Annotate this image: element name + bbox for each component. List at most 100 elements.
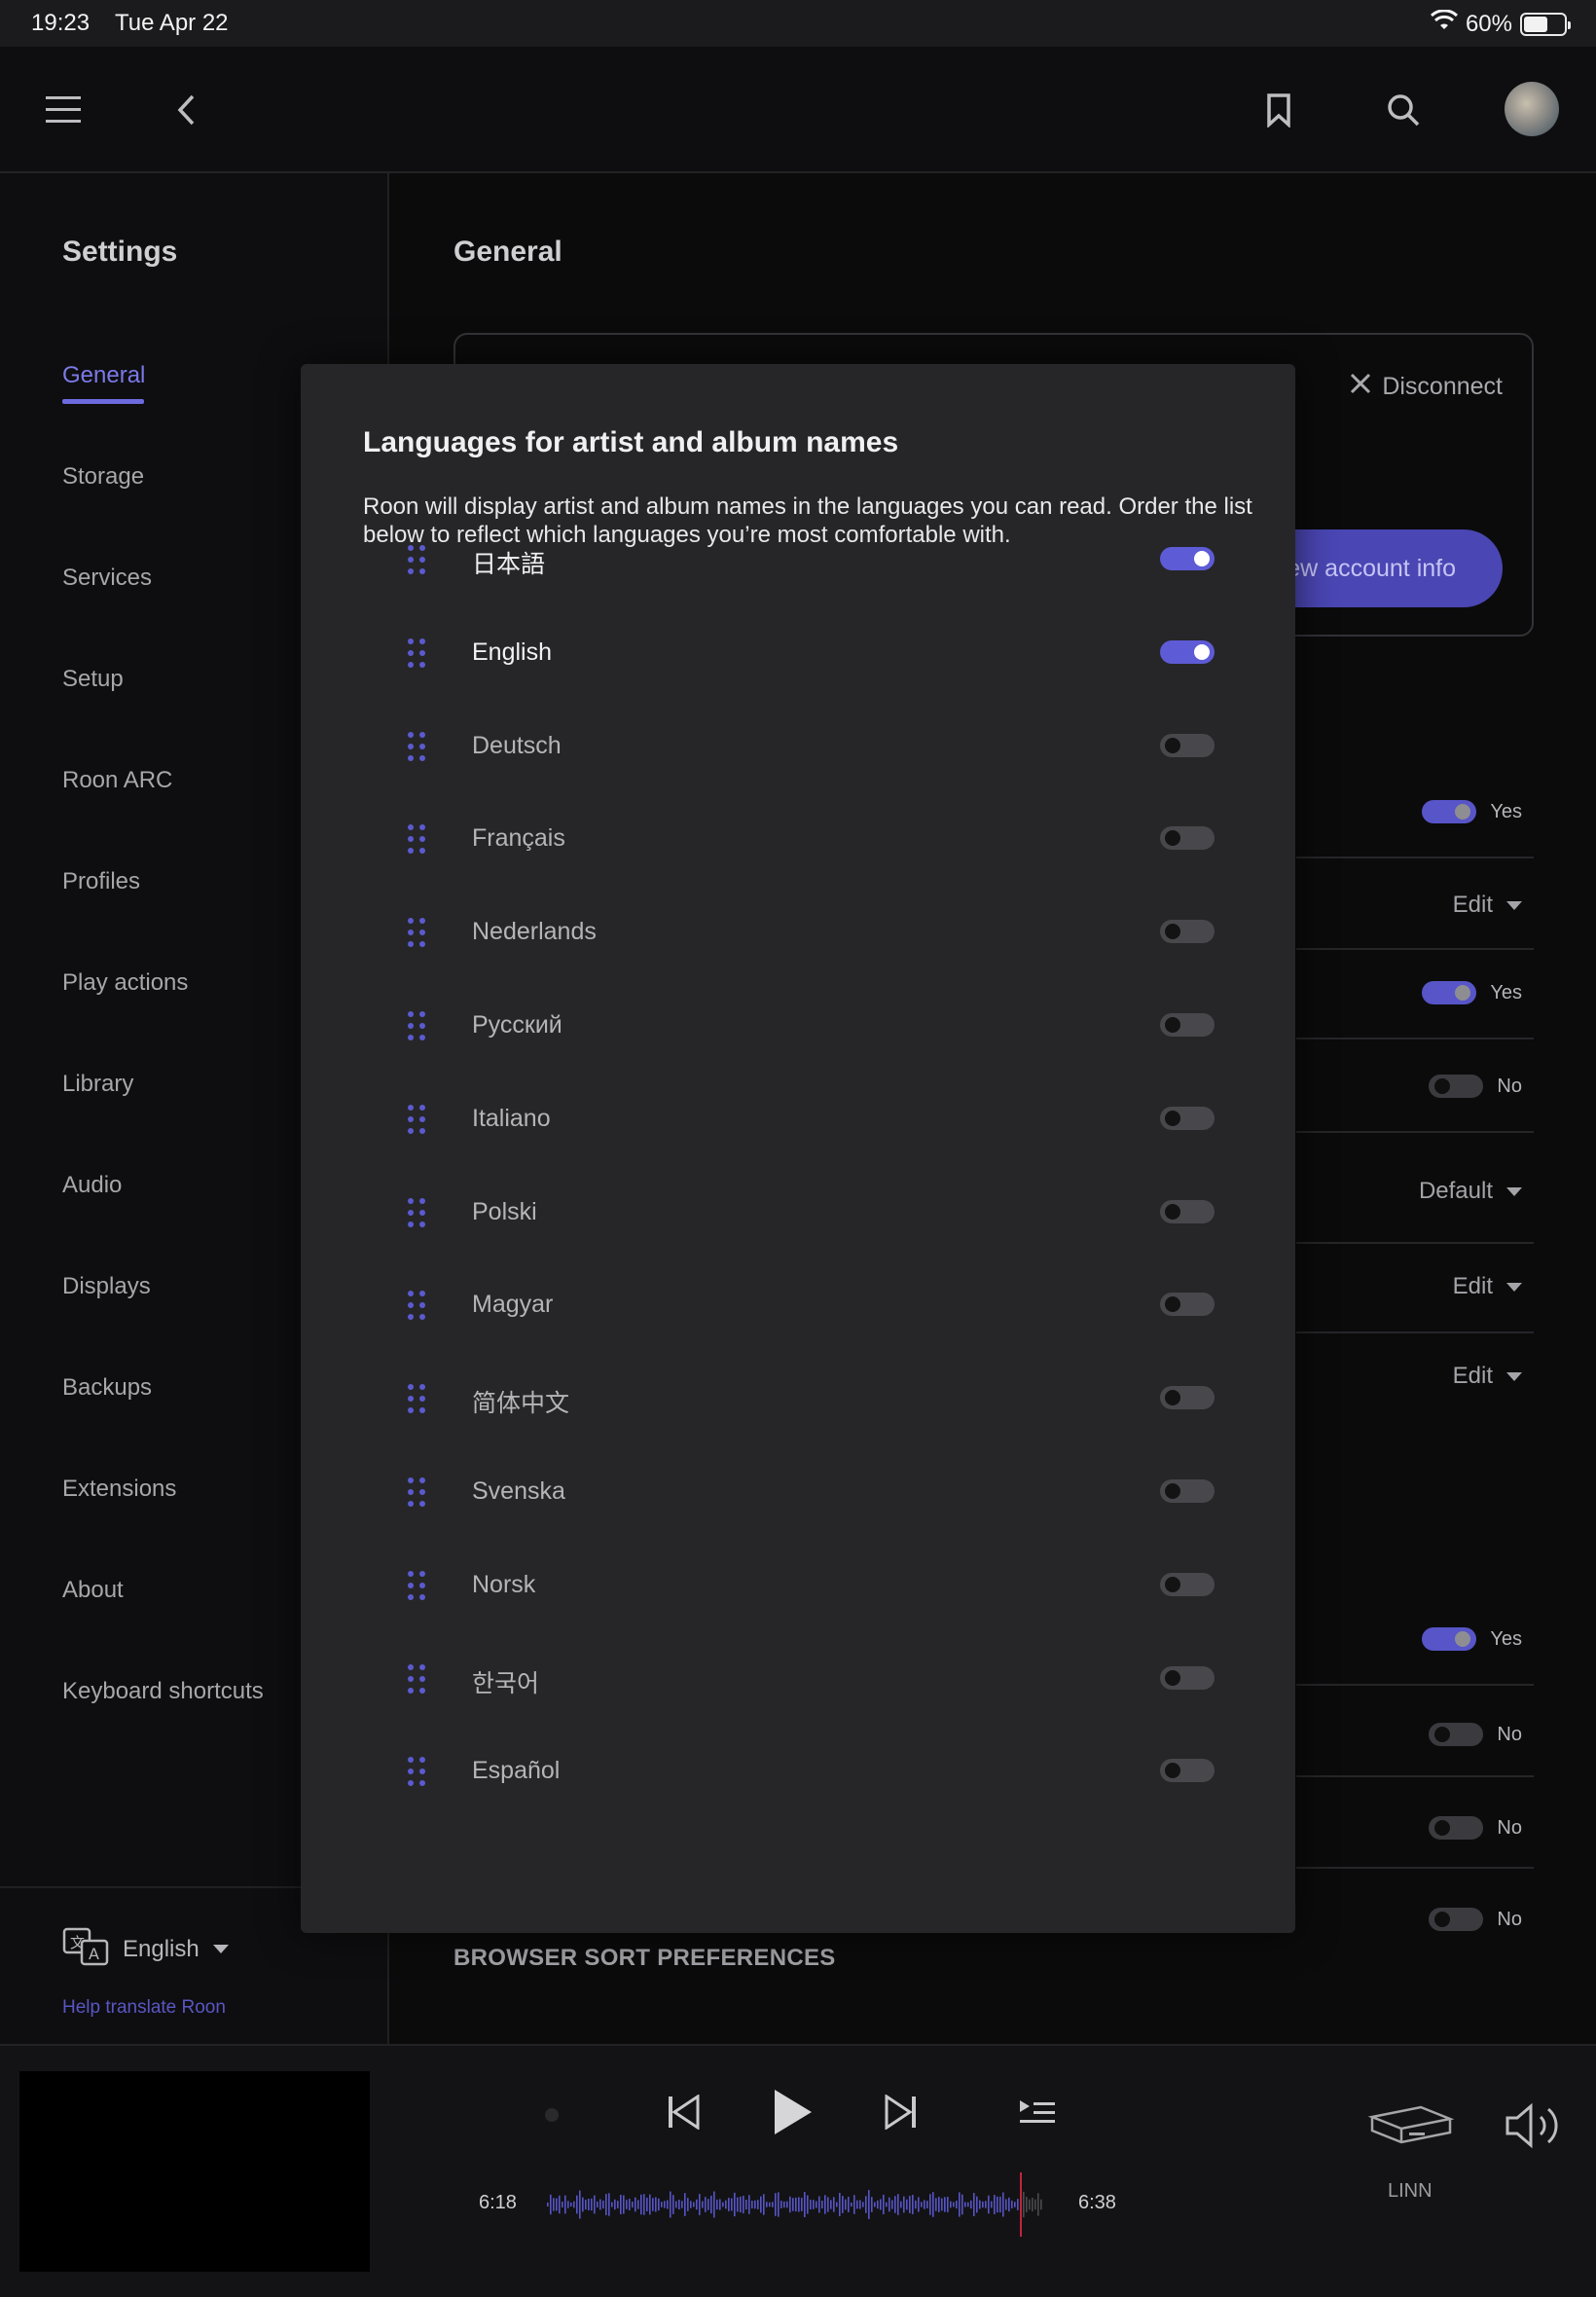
sidebar-item-setup[interactable]: Setup — [62, 666, 124, 693]
edit-dropdown[interactable]: Edit — [1453, 892, 1522, 919]
language-row[interactable]: Русский — [301, 984, 1295, 1077]
waveform-bar — [745, 2199, 747, 2210]
toggle-switch[interactable] — [1422, 981, 1477, 1004]
language-toggle[interactable] — [1160, 1479, 1215, 1503]
language-selector[interactable]: 文A English — [62, 1927, 229, 1971]
sidebar-item-audio[interactable]: Audio — [62, 1172, 122, 1199]
drag-handle-icon[interactable] — [408, 545, 427, 574]
drag-handle-icon[interactable] — [408, 1570, 427, 1600]
drag-handle-dot — [408, 568, 414, 574]
sidebar-item-about[interactable]: About — [62, 1577, 124, 1604]
sidebar-item-displays[interactable]: Displays — [62, 1273, 151, 1300]
language-row[interactable]: Nederlands — [301, 891, 1295, 984]
waveform-bar — [562, 2202, 563, 2207]
toggle-switch[interactable] — [1422, 1627, 1477, 1651]
language-row[interactable]: Français — [301, 797, 1295, 891]
language-row[interactable]: 简体中文 — [301, 1357, 1295, 1450]
toggle-switch[interactable] — [1429, 1075, 1484, 1098]
drag-handle-icon[interactable] — [408, 638, 427, 668]
language-row[interactable]: 日本語 — [301, 518, 1295, 611]
hamburger-menu-icon[interactable] — [39, 86, 88, 134]
waveform-bar — [737, 2197, 739, 2212]
waveform-bar — [640, 2194, 642, 2215]
language-toggle[interactable] — [1160, 1665, 1215, 1690]
drag-handle-icon[interactable] — [408, 1104, 427, 1134]
queue-icon[interactable] — [1016, 2095, 1059, 2130]
language-row[interactable]: Magyar — [301, 1263, 1295, 1357]
language-name: Deutsch — [472, 731, 562, 759]
language-toggle[interactable] — [1160, 1293, 1215, 1317]
language-toggle[interactable] — [1160, 733, 1215, 757]
volume-icon[interactable] — [1503, 2100, 1565, 2151]
language-toggle[interactable] — [1160, 1572, 1215, 1596]
sidebar-item-library[interactable]: Library — [62, 1071, 133, 1098]
language-name: Italiano — [472, 1104, 551, 1132]
language-toggle[interactable] — [1160, 1759, 1215, 1783]
zone-device-icon[interactable] — [1366, 2100, 1454, 2149]
drag-handle-dot — [408, 1768, 414, 1775]
avatar[interactable] — [1505, 82, 1559, 136]
playhead[interactable] — [1020, 2172, 1022, 2237]
drag-handle-icon[interactable] — [408, 1757, 427, 1787]
drag-handle-icon[interactable] — [408, 1197, 427, 1227]
language-row[interactable]: Svenska — [301, 1450, 1295, 1544]
language-toggle[interactable] — [1160, 826, 1215, 851]
waveform-bar — [672, 2195, 674, 2214]
sidebar-item-general[interactable]: General — [62, 362, 145, 404]
edit-dropdown[interactable]: Edit — [1453, 1363, 1522, 1390]
bookmark-icon[interactable] — [1254, 86, 1303, 134]
sidebar-item-backups[interactable]: Backups — [62, 1374, 152, 1402]
toggle-switch[interactable] — [1429, 1723, 1484, 1746]
waveform-bar — [1014, 2202, 1016, 2207]
language-toggle[interactable] — [1160, 1386, 1215, 1410]
toggle-label: Yes — [1490, 1627, 1522, 1650]
language-toggle[interactable] — [1160, 547, 1215, 570]
edit-dropdown[interactable]: Edit — [1453, 1273, 1522, 1300]
toggle-switch[interactable] — [1422, 800, 1477, 823]
sidebar-item-services[interactable]: Services — [62, 565, 152, 592]
toggle-switch[interactable] — [1429, 1816, 1484, 1840]
drag-handle-icon[interactable] — [408, 918, 427, 948]
language-row[interactable]: Norsk — [301, 1544, 1295, 1637]
drag-handle-icon[interactable] — [408, 1291, 427, 1321]
drag-handle-icon[interactable] — [408, 1011, 427, 1040]
language-row[interactable]: English — [301, 611, 1295, 705]
drag-handle-icon[interactable] — [408, 1477, 427, 1507]
default-dropdown[interactable]: Default — [1419, 1178, 1522, 1205]
drag-handle-icon[interactable] — [408, 1663, 427, 1694]
language-row[interactable]: Polski — [301, 1171, 1295, 1264]
language-toggle[interactable] — [1160, 639, 1215, 664]
language-toggle[interactable] — [1160, 1199, 1215, 1223]
language-toggle[interactable] — [1160, 1106, 1215, 1130]
sidebar-item-extensions[interactable]: Extensions — [62, 1476, 176, 1503]
sidebar-item-roon-arc[interactable]: Roon ARC — [62, 767, 172, 794]
disconnect-button[interactable]: Disconnect — [1349, 372, 1503, 402]
language-row[interactable]: Deutsch — [301, 705, 1295, 798]
sidebar-title: Settings — [62, 236, 178, 268]
drag-handle-icon[interactable] — [408, 824, 427, 855]
elapsed-time: 6:18 — [479, 2192, 517, 2213]
next-track-icon[interactable] — [880, 2091, 923, 2133]
drag-handle-icon[interactable] — [408, 731, 427, 761]
album-art[interactable] — [19, 2071, 370, 2272]
drag-handle-icon[interactable] — [408, 1384, 427, 1414]
language-toggle[interactable] — [1160, 920, 1215, 944]
language-toggle[interactable] — [1160, 1013, 1215, 1037]
back-chevron-icon[interactable] — [162, 86, 210, 134]
previous-track-icon[interactable] — [662, 2091, 705, 2133]
search-icon[interactable] — [1379, 86, 1428, 134]
sidebar-item-play-actions[interactable]: Play actions — [62, 969, 188, 997]
radio-indicator-icon[interactable] — [537, 2100, 566, 2130]
language-row[interactable]: Italiano — [301, 1077, 1295, 1171]
language-row[interactable]: 한국어 — [301, 1637, 1295, 1731]
toggle-switch[interactable] — [1429, 1908, 1484, 1931]
sidebar-item-profiles[interactable]: Profiles — [62, 868, 140, 895]
waveform-seekbar[interactable] — [547, 2172, 1047, 2237]
help-translate-link[interactable]: Help translate Roon — [62, 1997, 226, 2019]
sidebar-item-keyboard-shortcuts[interactable]: Keyboard shortcuts — [62, 1678, 264, 1705]
language-row[interactable]: Español — [301, 1730, 1295, 1823]
play-icon[interactable] — [765, 2085, 819, 2139]
sidebar-item-storage[interactable]: Storage — [62, 463, 144, 491]
waveform-bar — [696, 2199, 698, 2210]
waveform-bar — [924, 2200, 925, 2209]
